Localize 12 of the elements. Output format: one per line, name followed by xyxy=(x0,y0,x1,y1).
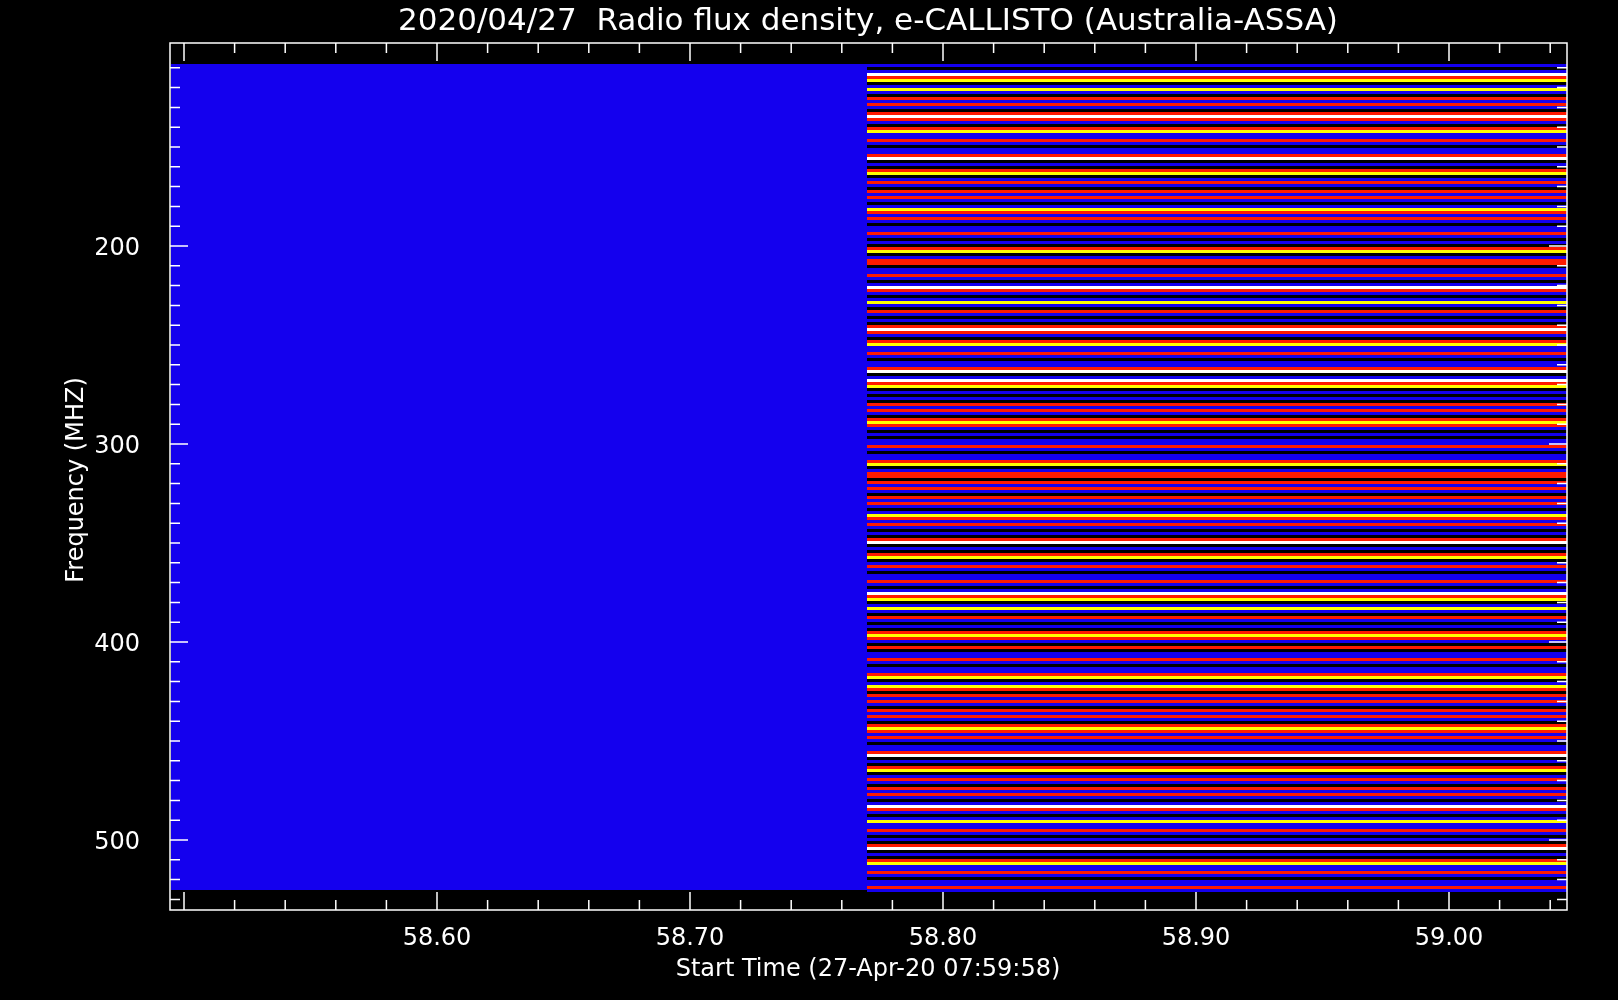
x-tick-label: 58.80 xyxy=(908,923,978,951)
x-axis-label: Start Time (27-Apr-20 07:59:58) xyxy=(675,954,1061,982)
y-axis-label: Frequency (MHZ) xyxy=(61,377,89,583)
y-tick-label: 200 xyxy=(94,233,140,261)
x-tick-label: 58.90 xyxy=(1161,923,1231,951)
y-tick-label: 400 xyxy=(94,629,140,657)
chart-title: 2020/04/27 Radio flux density, e-CALLISTO (Australia-ASSA) xyxy=(398,1,1338,37)
x-tick-label: 58.70 xyxy=(655,923,725,951)
x-tick-label: 58.60 xyxy=(402,923,472,951)
y-tick-label: 500 xyxy=(94,827,140,855)
y-tick-label: 300 xyxy=(94,431,140,459)
x-tick-label: 59.00 xyxy=(1414,923,1484,951)
